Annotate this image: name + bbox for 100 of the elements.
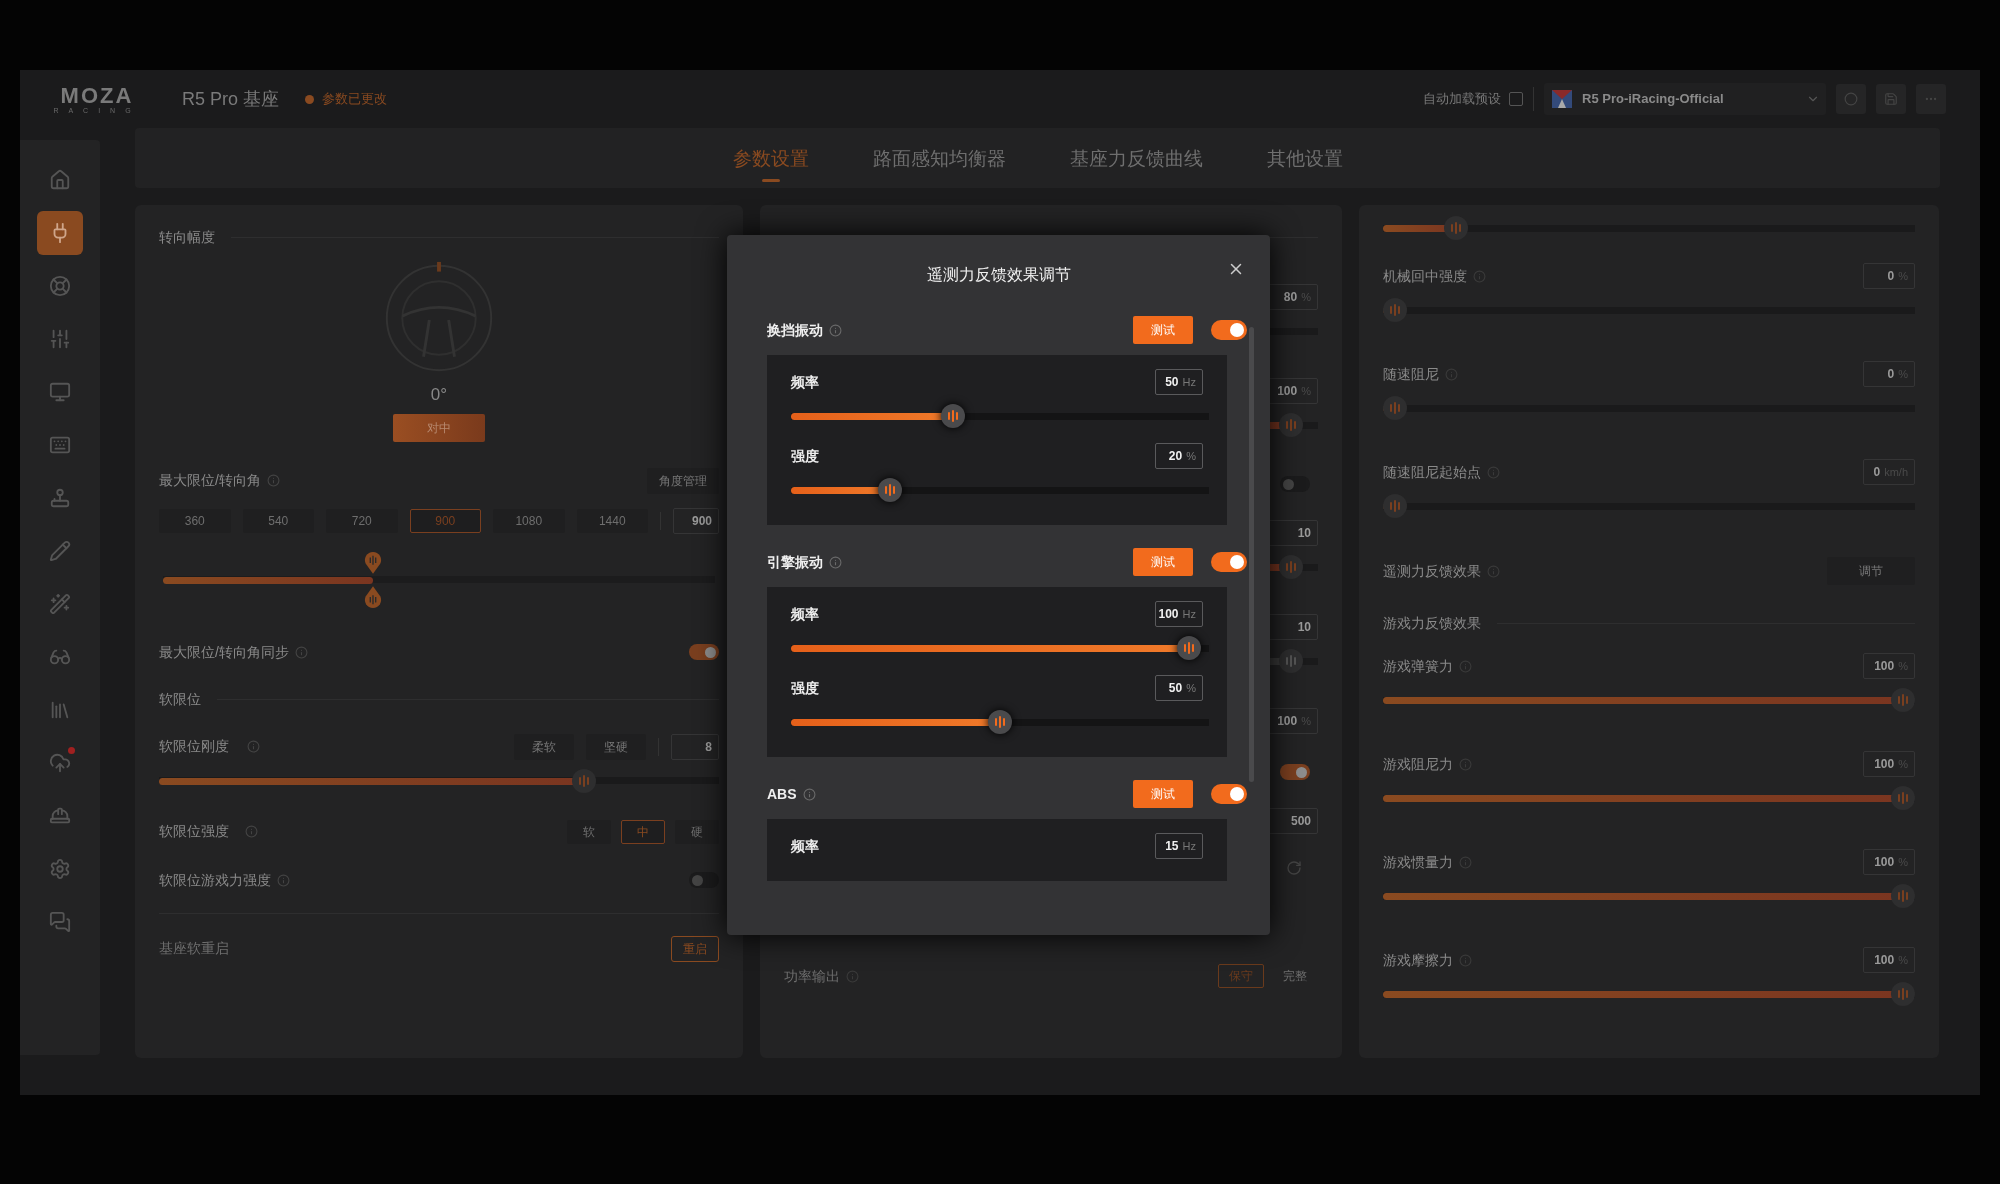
- info-icon: [266, 474, 280, 487]
- toggle-switch[interactable]: [1211, 784, 1247, 804]
- slider-thumb[interactable]: [1891, 786, 1915, 810]
- status-text: 参数已更改: [322, 90, 388, 109]
- slider-thumb[interactable]: [1383, 298, 1407, 322]
- test-button[interactable]: 测试: [1133, 780, 1193, 808]
- joystick-icon: [49, 487, 71, 509]
- setting-label: 机械回中强度: [1383, 266, 1467, 286]
- setting-label: 软限位: [159, 689, 201, 709]
- value-field[interactable]: 100 %: [1863, 947, 1915, 973]
- setting-label: 随速阻尼: [1383, 364, 1439, 384]
- setting-label: 转向幅度: [159, 228, 215, 247]
- slider-thumb[interactable]: [940, 404, 965, 428]
- setting-label: 最大限位/转向角: [159, 471, 261, 490]
- toolbar-button[interactable]: [1876, 84, 1906, 114]
- toggle-switch[interactable]: [1211, 320, 1247, 340]
- angle-manage-button[interactable]: 角度管理: [647, 467, 719, 494]
- save-icon: [1884, 92, 1898, 106]
- slider-thumb[interactable]: [1891, 688, 1915, 712]
- angle-preset[interactable]: 720: [326, 508, 398, 533]
- reset-icon[interactable]: [1286, 860, 1302, 876]
- value-field[interactable]: 0 %: [1863, 263, 1915, 289]
- value-field[interactable]: 100 %: [1863, 751, 1915, 777]
- slider-thumb[interactable]: [1383, 396, 1407, 420]
- books-icon: [49, 699, 71, 721]
- power-option[interactable]: 完整: [1272, 964, 1318, 988]
- strength-option[interactable]: 软: [567, 819, 611, 844]
- slider-thumb[interactable]: [1891, 884, 1915, 908]
- angle-preset[interactable]: 900: [409, 508, 481, 533]
- strength-option[interactable]: 中: [621, 819, 665, 844]
- slider-thumb[interactable]: [1177, 636, 1202, 660]
- info-icon: [1487, 564, 1500, 578]
- slider-thumb[interactable]: [1278, 413, 1303, 437]
- setting-label: 频率: [791, 836, 819, 856]
- slider-thumb[interactable]: [1443, 216, 1468, 240]
- info-icon: [247, 740, 260, 753]
- setting-label: 最大限位/转向角同步: [159, 642, 289, 662]
- info-icon: [802, 787, 816, 801]
- adjust-button[interactable]: 调节: [1827, 557, 1915, 585]
- sidebar-item[interactable]: [37, 211, 83, 255]
- slider-thumb[interactable]: [363, 585, 382, 610]
- sliders-icon: [49, 328, 71, 350]
- info-icon: [277, 873, 290, 887]
- test-button[interactable]: 测试: [1133, 548, 1193, 576]
- value-field[interactable]: 20 %: [1155, 443, 1203, 469]
- angle-preset[interactable]: 360: [159, 508, 231, 533]
- stiffness-option[interactable]: 坚硬: [586, 733, 646, 760]
- effect-title: 引擎振动: [767, 552, 823, 572]
- value-field[interactable]: 100 %: [1863, 849, 1915, 875]
- auto-load-checkbox[interactable]: [1509, 92, 1523, 106]
- center-button[interactable]: 对中: [393, 413, 485, 442]
- slider-thumb[interactable]: [988, 710, 1012, 734]
- angle-readout: 0°: [430, 384, 448, 406]
- value-field[interactable]: 100 Hz: [1155, 601, 1203, 627]
- auto-load-label: 自动加载预设: [1423, 90, 1501, 109]
- setting-label: 频率: [791, 604, 819, 624]
- test-button[interactable]: 测试: [1133, 316, 1193, 344]
- slider-thumb[interactable]: [1383, 494, 1407, 518]
- tab[interactable]: 参数设置: [732, 132, 809, 184]
- value-field[interactable]: 50 %: [1155, 675, 1203, 701]
- tab[interactable]: 其他设置: [1266, 132, 1343, 184]
- stiffness-option[interactable]: 柔软: [514, 733, 574, 760]
- info-icon: [1445, 367, 1458, 381]
- info-icon: [1459, 953, 1472, 967]
- toggle-switch[interactable]: [1280, 764, 1310, 780]
- toggle-switch[interactable]: [689, 644, 719, 660]
- toolbar-button[interactable]: [1836, 84, 1866, 114]
- setting-label: 强度: [791, 678, 819, 698]
- value-field[interactable]: 8: [671, 733, 719, 760]
- value-field[interactable]: 50 Hz: [1155, 369, 1203, 395]
- lifebuoy-icon: [49, 275, 71, 297]
- cloud-upload-icon: [49, 752, 71, 774]
- preset-dropdown[interactable]: R5 Pro-iRacing-Official: [1544, 83, 1826, 115]
- toggle-switch[interactable]: [1280, 476, 1310, 492]
- value-field[interactable]: 900: [673, 507, 719, 534]
- info-icon: [1473, 269, 1486, 283]
- angle-preset[interactable]: 540: [242, 508, 314, 533]
- value-field[interactable]: 15 Hz: [1155, 833, 1203, 859]
- slider-thumb[interactable]: [363, 549, 382, 574]
- angle-preset[interactable]: 1080: [493, 508, 565, 533]
- info-icon: [846, 969, 859, 983]
- toggle-switch[interactable]: [1211, 552, 1247, 572]
- setting-label: 频率: [791, 372, 819, 392]
- monitor-icon: [49, 381, 71, 403]
- pencil-icon: [49, 540, 71, 562]
- tab[interactable]: 基座力反馈曲线: [1069, 132, 1203, 184]
- tab[interactable]: 路面感知均衡器: [872, 132, 1006, 184]
- setting-label: 游戏惯量力: [1383, 852, 1453, 872]
- toggle-switch[interactable]: [689, 872, 719, 888]
- angle-preset[interactable]: 1440: [576, 508, 648, 533]
- restart-button[interactable]: 重启: [671, 935, 719, 962]
- slider-thumb[interactable]: [571, 768, 596, 793]
- setting-label: 软限位游戏力强度: [159, 870, 271, 890]
- strength-option[interactable]: 硬: [675, 819, 719, 844]
- setting-label: 软限位刚度: [159, 737, 229, 756]
- value-field[interactable]: 0 %: [1863, 361, 1915, 387]
- slider-thumb[interactable]: [1891, 982, 1915, 1006]
- slider-thumb[interactable]: [877, 478, 902, 502]
- slider-thumb[interactable]: [1278, 555, 1303, 579]
- value-field[interactable]: 100 %: [1863, 653, 1915, 679]
